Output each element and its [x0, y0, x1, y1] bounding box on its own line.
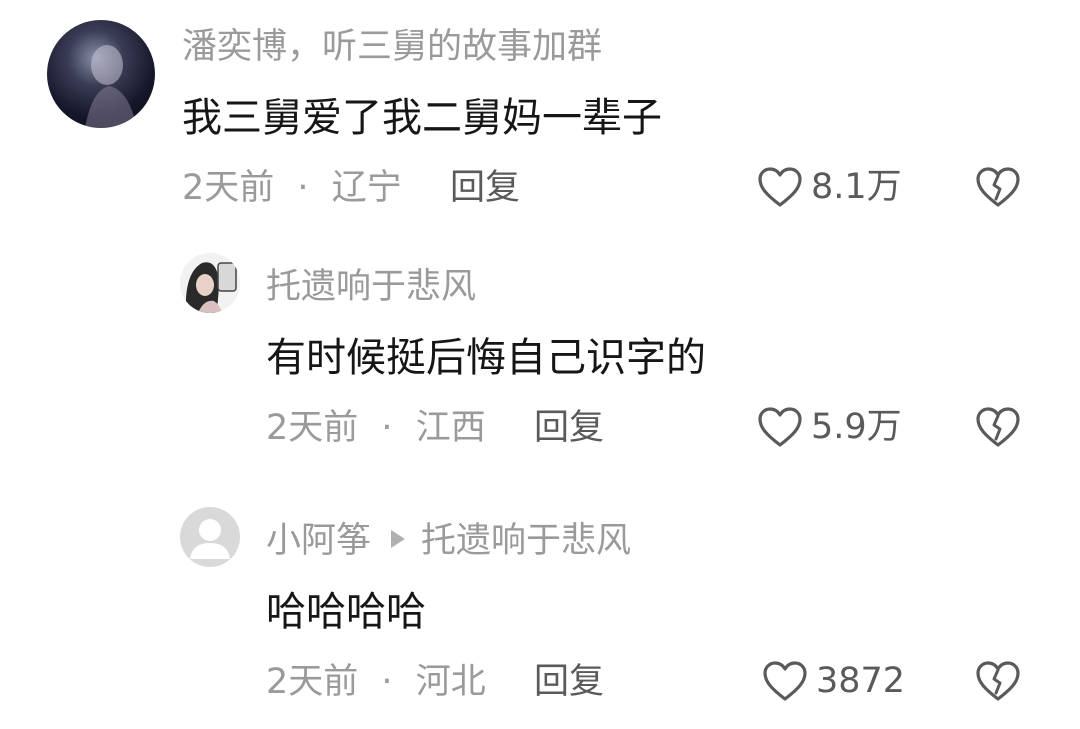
like-button[interactable]: 3872	[762, 660, 905, 702]
broken-heart-icon[interactable]	[975, 166, 1021, 208]
reply-button[interactable]: 回复	[534, 665, 604, 700]
heart-outline-icon	[763, 661, 807, 701]
comment-author[interactable]: 小阿筝	[266, 521, 371, 561]
broken-heart-icon[interactable]	[975, 406, 1021, 448]
comment-text[interactable]: 有时候挺后悔自己识字的	[266, 338, 706, 378]
avatar[interactable]	[180, 507, 240, 567]
like-button[interactable]: 5.9万	[757, 406, 902, 448]
comment-meta: 2天前 · 辽宁	[182, 171, 402, 206]
reply-item: 托遗响于悲风 有时候挺后悔自己识字的 2天前 · 江西 回复 5.9万	[0, 230, 1080, 470]
reply-to-author[interactable]: 托遗响于悲风	[421, 521, 631, 561]
comment-location: 江西	[415, 408, 486, 448]
comment-author-line: 小阿筝 托遗响于悲风	[266, 524, 631, 559]
comment-time: 2天前	[266, 662, 359, 702]
reply-button[interactable]: 回复	[534, 411, 604, 446]
comment-meta: 2天前 · 河北	[266, 665, 486, 700]
avatar[interactable]	[180, 253, 240, 313]
heart-outline-icon	[758, 407, 802, 447]
broken-heart-icon[interactable]	[975, 660, 1021, 702]
comment-location: 辽宁	[331, 168, 402, 208]
comment-author[interactable]: 托遗响于悲风	[266, 270, 476, 305]
comment-time: 2天前	[266, 408, 359, 448]
avatar[interactable]	[47, 20, 155, 128]
like-count: 5.9万	[811, 406, 902, 447]
avatar-figure	[180, 253, 240, 313]
like-count: 3872	[816, 660, 906, 701]
heart-outline-icon	[758, 167, 802, 207]
default-user-icon	[190, 519, 230, 559]
comment-text[interactable]: 哈哈哈哈	[266, 592, 426, 632]
comment-text[interactable]: 我三舅爱了我二舅妈一辈子	[182, 98, 662, 138]
comment-item: 潘奕博，听三舅的故事加群 我三舅爱了我二舅妈一辈子 2天前 · 辽宁 回复 8.…	[0, 0, 1080, 230]
meta-separator: ·	[381, 408, 393, 448]
like-count: 8.1万	[811, 166, 902, 207]
meta-separator: ·	[381, 662, 393, 702]
reply-item: 小阿筝 托遗响于悲风 哈哈哈哈 2天前 · 河北 回复 3872	[0, 470, 1080, 729]
meta-separator: ·	[297, 168, 309, 208]
comment-location: 河北	[415, 662, 486, 702]
triangle-right-icon	[391, 530, 406, 548]
comment-meta: 2天前 · 江西	[266, 411, 486, 446]
comment-time: 2天前	[182, 168, 275, 208]
avatar-figure	[85, 45, 137, 128]
comment-author[interactable]: 潘奕博，听三舅的故事加群	[182, 30, 602, 65]
like-button[interactable]: 8.1万	[757, 166, 902, 208]
reply-button[interactable]: 回复	[450, 171, 520, 206]
